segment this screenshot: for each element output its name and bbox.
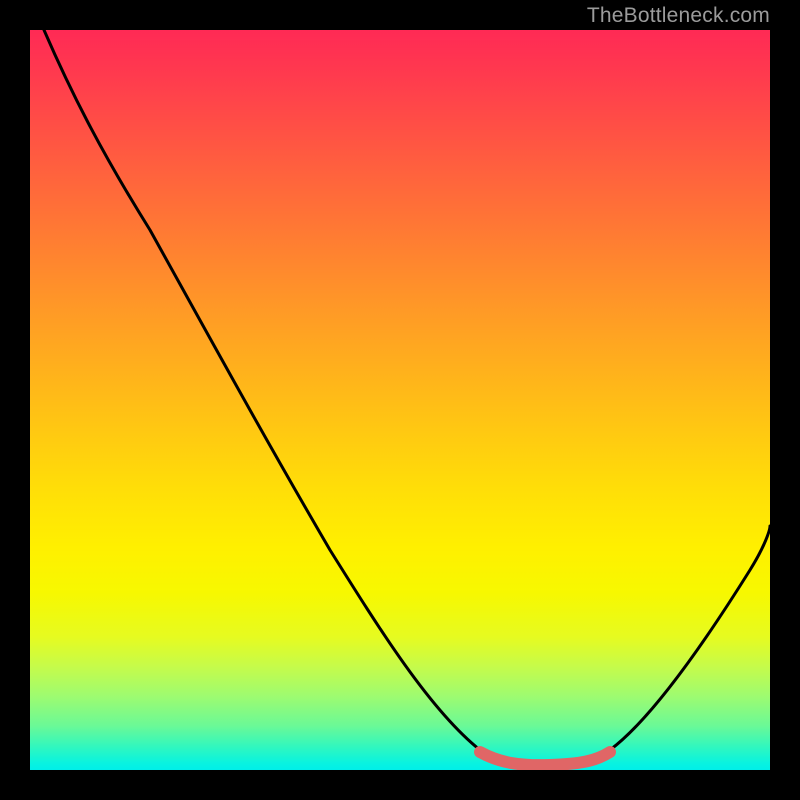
watermark-text: TheBottleneck.com bbox=[587, 4, 770, 28]
chart-svg bbox=[30, 30, 770, 770]
chart-plot-area bbox=[30, 30, 770, 770]
optimal-segment-marker bbox=[480, 752, 610, 765]
bottleneck-curve bbox=[44, 30, 770, 764]
chart-frame: TheBottleneck.com bbox=[0, 0, 800, 800]
